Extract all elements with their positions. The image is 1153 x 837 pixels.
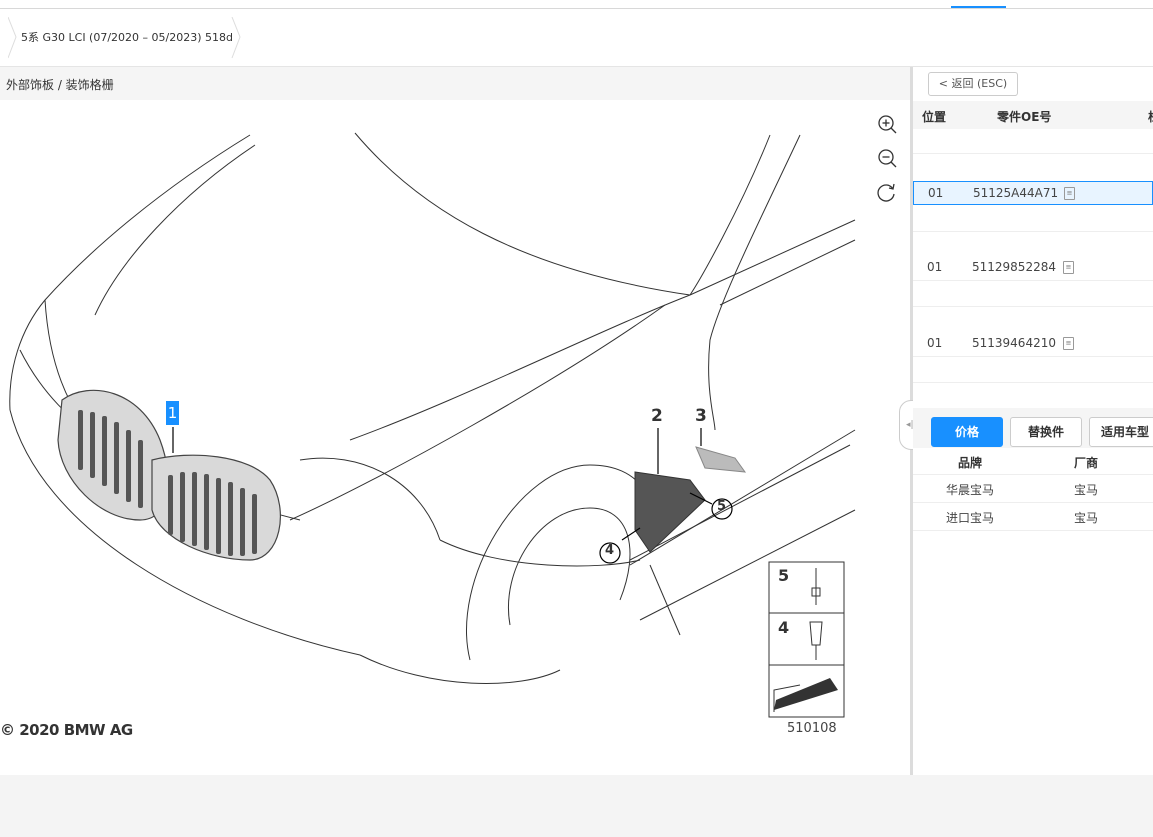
part-position: 01 [927, 336, 943, 350]
breadcrumb-label: 5系 G30 LCI (07/2020 – 05/2023) 518d [21, 31, 234, 44]
parts-diagram[interactable]: 1 2 3 4 5 5 4 510108 © 2020 BMW AG [0, 100, 910, 775]
callout-3[interactable]: 3 [695, 406, 707, 426]
drawing-number: 510108 [787, 721, 837, 736]
part-oe-number: 51129852284 [972, 260, 1056, 274]
diagram-drawing [9, 132, 856, 718]
detail-tabs: 价格 替换件 适用车型 [913, 408, 1153, 448]
legend-number-5: 5 [778, 566, 790, 585]
zoom-out-icon[interactable] [876, 147, 898, 169]
breadcrumb-vehicle[interactable]: 5系 G30 LCI (07/2020 – 05/2023) 518d [8, 17, 241, 59]
breadcrumb-bar: 5系 G30 LCI (07/2020 – 05/2023) 518d [0, 9, 1153, 67]
table-row[interactable]: 01 51129852284 ≡ [913, 256, 1153, 281]
copy-icon[interactable]: ≡ [1063, 261, 1074, 274]
table-row[interactable]: 华晨宝马 宝马 [913, 475, 1153, 503]
tab-price[interactable]: 价格 [931, 417, 1003, 447]
table-row[interactable]: 01 51125A44A71 ≡ [913, 181, 1153, 205]
copy-icon[interactable]: ≡ [1064, 187, 1075, 200]
column-more: 栏 [1148, 108, 1153, 125]
copyright-text: © 2020 BMW AG [0, 721, 133, 739]
price-maker: 宝马 [1074, 483, 1099, 497]
diagram-panel: 外部饰板 / 装饰格栅 1 2 3 4 5 5 4 510108 © 2020 … [0, 67, 910, 775]
parts-table-header: 位置 零件OE号 栏 [913, 101, 1153, 129]
price-brand: 华晨宝马 [946, 483, 995, 497]
reset-icon[interactable] [876, 181, 898, 203]
callout-1[interactable]: 1 [166, 401, 179, 425]
top-bar [0, 0, 1153, 9]
back-button[interactable]: < 返回 (ESC) [928, 72, 1018, 96]
tab-replacement[interactable]: 替换件 [1010, 417, 1082, 447]
category-path: 外部饰板 / 装饰格栅 [0, 67, 910, 100]
table-row[interactable]: 01 51139464210 ≡ [913, 332, 1153, 357]
part-position: 01 [927, 260, 943, 274]
price-maker: 宝马 [1074, 511, 1099, 525]
part-oe-number: 51125A44A71 [973, 186, 1059, 200]
price-table-header: 品牌 厂商 [913, 448, 1153, 475]
copy-icon[interactable]: ≡ [1063, 337, 1074, 350]
column-oe-number: 零件OE号 [997, 110, 1052, 124]
legend-number-4: 4 [778, 618, 790, 637]
part-oe-number: 51139464210 [972, 336, 1056, 350]
column-maker: 厂商 [1074, 456, 1099, 470]
table-row[interactable]: 进口宝马 宝马 [913, 503, 1153, 531]
callout-5[interactable]: 5 [717, 499, 726, 514]
active-tab-indicator [951, 6, 1006, 8]
table-row-empty [913, 358, 1153, 383]
category-path-label: 外部饰板 / 装饰格栅 [6, 78, 114, 92]
table-row-empty [913, 282, 1153, 307]
tab-applicable-models[interactable]: 适用车型 [1089, 417, 1153, 447]
table-row-empty [913, 207, 1153, 232]
table-row-empty [913, 129, 1153, 154]
callout-2[interactable]: 2 [651, 406, 663, 426]
zoom-in-icon[interactable] [876, 113, 898, 135]
column-brand: 品牌 [958, 456, 983, 470]
column-position: 位置 [922, 110, 947, 124]
parts-panel: < 返回 (ESC) 位置 零件OE号 栏 01 51125A44A71 ≡ 0… [913, 67, 1153, 775]
callout-4[interactable]: 4 [605, 543, 614, 558]
part-position: 01 [928, 186, 944, 200]
price-brand: 进口宝马 [946, 511, 995, 525]
